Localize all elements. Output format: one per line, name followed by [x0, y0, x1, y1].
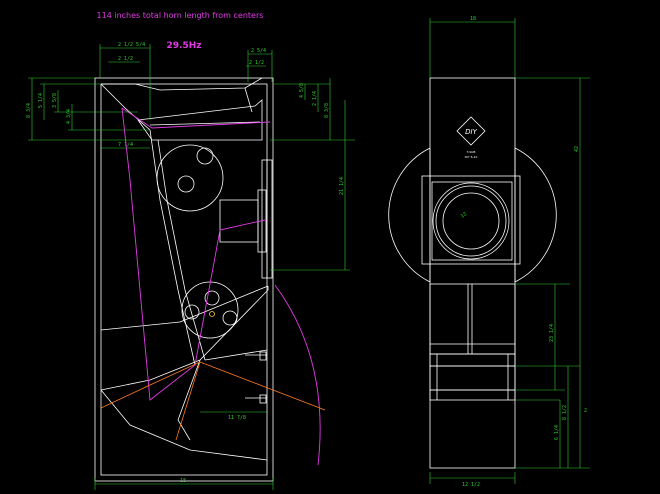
- dim-left-c: 3 5/8: [52, 93, 58, 108]
- dim-top-left-inner: 2 1/2: [118, 56, 133, 62]
- front-cabinet-outline: [429, 77, 516, 469]
- port-compartment: [429, 283, 516, 355]
- mouth-arc: [274, 284, 321, 466]
- dim-top-width: 18: [470, 16, 476, 22]
- dim-left-a: 8 3/4: [26, 103, 32, 118]
- dim-left-b: 5 1/4: [38, 93, 44, 108]
- cad-canvas: 114 inches total horn length from center…: [0, 0, 660, 494]
- fold-line-2: [175, 361, 201, 441]
- badge-subtext-1: T-SUB: [466, 150, 476, 154]
- dim-bottom: 18: [180, 478, 186, 484]
- horn-path: [121, 107, 321, 466]
- bottom-fold: [100, 389, 268, 461]
- badge-subtext-2: DIY 6-10: [465, 155, 478, 159]
- driver-surround-outer: [432, 182, 510, 260]
- dim-top-right-outer: 2 5/4: [251, 48, 266, 54]
- driver-magnet-block: [219, 199, 259, 243]
- dim-left-d: 4 3/4: [66, 109, 72, 124]
- speaker-cabinet-drawing: 114 inches total horn length from center…: [26, 11, 590, 490]
- left-wing-arc: [388, 147, 431, 283]
- shelf-2: [429, 365, 516, 391]
- driver-cone: [442, 192, 500, 250]
- badge-logo: DIY: [465, 128, 477, 136]
- driver-surround-inner: [435, 185, 507, 257]
- dim-lower-a: 6 1/4: [554, 425, 560, 440]
- right-wing-arc: [514, 147, 557, 283]
- driver-frame-outer: [421, 175, 521, 265]
- shelf-3: [429, 389, 516, 401]
- top-brace: [244, 87, 253, 113]
- tuning-frequency: 29.5Hz: [167, 41, 202, 51]
- dim-right-d: 21 1/4: [339, 177, 345, 195]
- fold-lines: [100, 361, 326, 441]
- side-dimensions: [28, 44, 355, 490]
- lower-vent-3: [222, 310, 238, 326]
- dim-right-c: 8 3/8: [324, 103, 330, 118]
- main-panel-right: [157, 139, 206, 361]
- center-mark: [209, 311, 215, 317]
- dim-top-left-outer: 2 1/2 5/4: [118, 42, 145, 48]
- dim-right-b: 2 1/4: [312, 91, 318, 106]
- driver-label: 12: [460, 211, 468, 219]
- lower-fold: [100, 286, 269, 391]
- side-cabinet-outline: [94, 77, 274, 482]
- dim-lower-b: 8 1/2: [562, 405, 568, 420]
- mid-fold-line: [100, 285, 269, 331]
- port-tab-1: [259, 351, 267, 361]
- dim-port-height: 23 1/4: [549, 324, 555, 342]
- dim-bottom-width: 12 1/2: [462, 482, 480, 488]
- port-tab-2: [259, 394, 267, 404]
- upper-baffle: [137, 99, 263, 141]
- side-view: [94, 77, 274, 482]
- shelf-1: [429, 353, 516, 367]
- horn-path-centerline: [121, 107, 266, 401]
- dim-height: 42: [574, 146, 580, 152]
- upper-vent-1: [196, 147, 214, 165]
- upper-vent-2: [177, 175, 195, 193]
- front-view: [388, 77, 557, 469]
- dim-inner-mid: 7 1/4: [118, 142, 133, 148]
- dim-top-right-inner: 2 1/2: [249, 60, 264, 66]
- dim-lower-mid: 11 7/8: [228, 415, 246, 421]
- dim-right-a: 4 5/8: [299, 83, 305, 98]
- horn-length-note: 114 inches total horn length from center…: [97, 11, 264, 20]
- dim-lower-c: 2: [584, 408, 587, 414]
- brand-badge: DIY T-SUB DIY 6-10: [456, 116, 486, 159]
